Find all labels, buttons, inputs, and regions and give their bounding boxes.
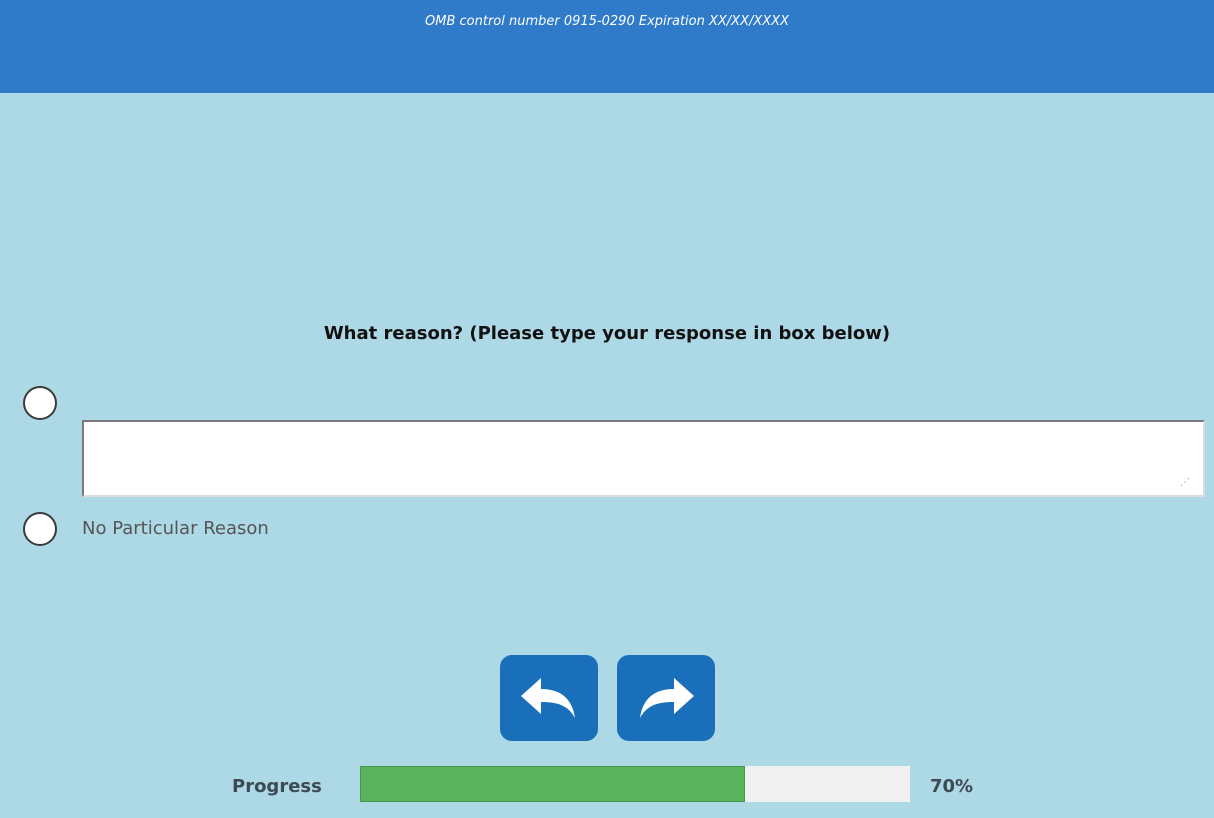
radio-other-text[interactable]: [23, 386, 57, 420]
radio-no-particular-reason[interactable]: [23, 512, 57, 546]
progress-percent: 70%: [930, 776, 974, 797]
progress-bar: [360, 766, 910, 802]
arrow-forward-curved-icon: [640, 678, 694, 718]
option-label-no-particular-reason[interactable]: No Particular Reason: [82, 518, 269, 539]
progress-label: Progress: [232, 776, 322, 797]
next-button[interactable]: [617, 655, 715, 741]
header-bar: OMB control number 0915-0290 Expiration …: [0, 0, 1214, 93]
omb-control-text: OMB control number 0915-0290 Expiration …: [425, 14, 789, 29]
other-response-textbox[interactable]: [82, 420, 1205, 497]
arrow-back-curved-icon: [521, 678, 575, 718]
back-button[interactable]: [500, 655, 598, 741]
textbox-resize-handle[interactable]: ⋰: [1180, 477, 1192, 489]
question-text: What reason? (Please type your response …: [323, 323, 891, 344]
progress-bar-fill: [360, 766, 745, 802]
